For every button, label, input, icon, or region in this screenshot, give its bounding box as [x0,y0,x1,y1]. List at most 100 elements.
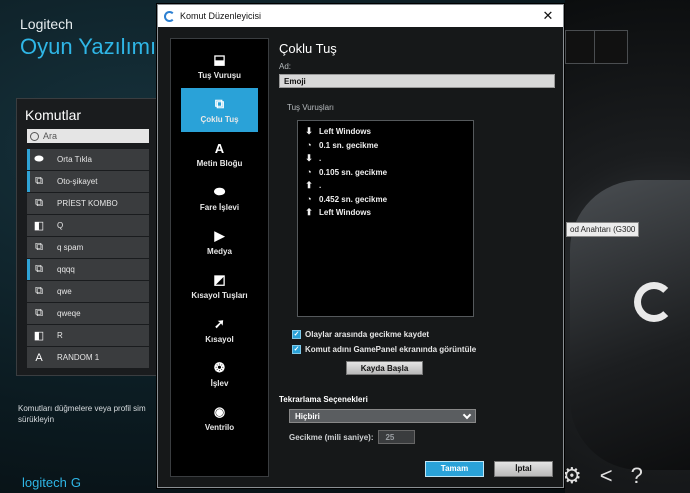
keystrokes-label: Tuş Vuruşları [287,103,334,112]
command-label: PRİEST KOMBO [57,199,118,208]
show-name-checkbox-row[interactable]: ✓ Komut adını GamePanel ekranında görünt… [292,342,555,357]
app-brand: Logitech Oyun Yazılımı [20,16,156,60]
command-item[interactable]: ◧ Q [27,215,149,236]
sidebar-item[interactable]: ◉ Ventrilo [181,396,258,440]
arrow-up-icon: ⬆ [305,180,313,191]
share-icon[interactable]: < [600,463,613,489]
sidebar-item[interactable]: ⬬ Fare İşlevi [181,176,258,220]
show-name-checkbox[interactable]: ✓ [292,345,301,354]
keystroke-row[interactable]: ◔ 0.1 sn. gecikme [303,139,468,153]
key-icon: ◧ [33,220,45,232]
command-item[interactable]: A RANDOM 1 [27,347,149,368]
name-label: Ad: [279,62,292,71]
command-label: R [57,331,63,340]
g-logo-icon [634,282,674,322]
repeat-select[interactable]: Hiçbiri [289,409,476,423]
keystroke-row[interactable]: ◔ 0.105 sn. gecikme [303,166,468,180]
sidebar-item[interactable]: ⧉ Çoklu Tuş [181,88,258,132]
command-label: qweqe [57,309,81,318]
command-label: Orta Tıkla [57,155,92,164]
bottom-toolbar: ⚙ < ? [562,463,643,489]
commands-search-input[interactable]: Ara [27,129,149,143]
key-icon: ◧ [33,330,45,342]
function-icon: ❂ [214,360,225,375]
g-logo-icon [164,10,175,22]
command-item[interactable]: ⧉ q spam [27,237,149,258]
keystroke-row[interactable]: ⬇ Left Windows [303,125,468,139]
keystroke-text: . [319,181,322,191]
start-recording-button[interactable]: Kayda Başla [346,361,423,375]
hotkey-icon: ◩ [213,272,226,287]
sidebar-item-label: Çoklu Tuş [200,115,239,124]
keystroke-text: . [319,154,322,164]
multikey-icon: ⧉ [35,241,43,253]
keystroke-row[interactable]: ⬆. [303,179,468,193]
close-button[interactable]: ✕ [533,8,563,24]
record-delay-label: Olaylar arasında gecikme kaydet [305,330,430,339]
dialog-title: Komut Düzenleyicisi [180,11,262,21]
help-icon[interactable]: ? [631,463,643,489]
show-name-label: Komut adını GamePanel ekranında görüntül… [305,345,477,354]
sidebar-item[interactable]: ➚ Kısayol [181,308,258,352]
name-field[interactable]: Emoji [279,74,555,88]
sidebar-item[interactable]: ⬓ Tuş Vuruşu [181,44,258,88]
command-item[interactable]: ⧉ qwe [27,281,149,302]
media-play-icon: ▶ [214,228,225,243]
clock-icon: ◔ [306,167,312,178]
command-label: q spam [57,243,84,252]
ok-button[interactable]: Tamam [425,461,484,477]
sidebar-item-label: Medya [207,247,232,256]
multikey-icon: ⧉ [214,96,225,111]
delay-row: Gecikme (mili saniye): 25 [289,430,555,444]
search-icon [30,131,39,141]
keystroke-text: 0.452 sn. gecikme [319,194,388,204]
record-delay-checkbox-row[interactable]: ✓ Olaylar arasında gecikme kaydet [292,327,555,342]
arrow-down-icon: ⬇ [305,126,313,137]
keystroke-text: 0.1 sn. gecikme [319,140,379,150]
mouse-icon: ⬬ [213,184,226,199]
ventrilo-icon: ◉ [213,404,226,419]
multikey-icon: ⧉ [35,263,43,275]
keystroke-row[interactable]: ⬇. [303,152,468,166]
commands-panel: Komutlar Ara ⬬ Orta Tıkla ⧉ Oto-şikayet ⧉ PRİ… [16,98,160,376]
sidebar-item-label: İşlev [210,379,229,388]
command-label: Q [57,221,64,230]
command-item[interactable]: ⧉ Oto-şikayet [27,171,149,192]
text-block-icon: A [214,140,225,156]
commands-list: ⬬ Orta Tıkla ⧉ Oto-şikayet ⧉ PRİEST KOMBO ◧ Q ⧉ q… [17,149,159,368]
command-type-sidebar: ⬓ Tuş Vuruşu ⧉ Çoklu Tuş A Metin Bloğu ⬬ Fare İ… [170,38,269,477]
command-item[interactable]: ⧉ qqqq [27,259,149,280]
cancel-button[interactable]: İptal [494,461,553,477]
sidebar-item-label: Fare İşlevi [199,203,240,212]
sidebar-item[interactable]: A Metin Bloğu [181,132,258,176]
record-delay-checkbox[interactable]: ✓ [292,330,301,339]
keystroke-row[interactable]: ⬆ Left Windows [303,206,468,220]
sidebar-item-label: Kısayol [205,335,234,344]
command-item[interactable]: ⧉ qweqe [27,303,149,324]
clock-icon: ◔ [306,140,312,151]
command-label: RANDOM 1 [57,353,100,362]
sidebar-item[interactable]: ▶ Medya [181,220,258,264]
delay-label: Gecikme (mili saniye): [289,432,374,442]
multikey-icon: ⧉ [35,307,43,319]
page-title: Çoklu Tuş [279,41,337,56]
gear-icon[interactable]: ⚙ [562,463,582,489]
command-label: qqqq [57,265,75,274]
profile-slot[interactable] [594,30,628,64]
sidebar-item[interactable]: ❂ İşlev [181,352,258,396]
sidebar-item-label: Ventrilo [204,423,235,432]
delay-input[interactable]: 25 [378,430,416,444]
command-item[interactable]: ⬬ Orta Tıkla [27,149,149,170]
arrow-down-icon: ⬇ [305,153,313,164]
dialog-titlebar: Komut Düzenleyicisi ✕ [158,5,563,27]
command-item[interactable]: ⧉ PRİEST KOMBO [27,193,149,214]
button-assignment-label[interactable]: od Anahtarı (G300 [566,222,640,237]
product-name: Oyun Yazılımı [20,34,157,59]
repeat-options-title: Tekrarlama Seçenekleri [279,395,368,404]
keystroke-row[interactable]: ◔ 0.452 sn. gecikme [303,193,468,207]
command-item[interactable]: ◧ R [27,325,149,346]
logitech-logo: logitech G [22,475,81,490]
keystrokes-list[interactable]: ⬇ Left Windows ◔ 0.1 sn. gecikme ⬇. ◔ 0.105 sn… [297,120,474,317]
sidebar-item-label: Kısayol Tuşları [191,291,248,300]
sidebar-item[interactable]: ◩ Kısayol Tuşları [181,264,258,308]
